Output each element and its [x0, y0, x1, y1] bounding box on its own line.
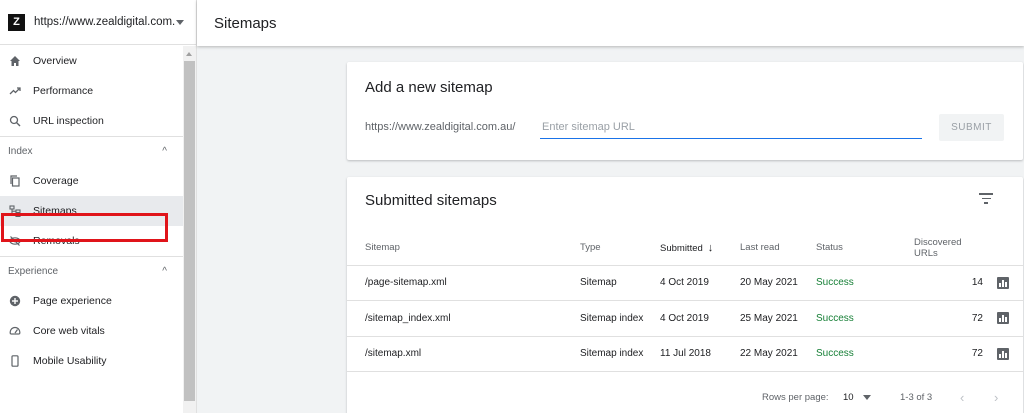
arrow-down-icon: ↓: [707, 241, 714, 254]
sidebar-item-sitemaps[interactable]: Sitemaps: [0, 196, 183, 226]
submit-button[interactable]: SUBMIT: [939, 114, 1004, 141]
sidebar-item-mobile-usability[interactable]: Mobile Usability: [0, 346, 183, 376]
property-url: https://www.zealdigital.com...: [34, 16, 176, 28]
search-icon: [8, 114, 22, 128]
sidebar-item-coverage[interactable]: Coverage: [0, 166, 183, 196]
sidebar-item-label: Sitemaps: [33, 205, 77, 217]
sitemap-url-input[interactable]: [540, 115, 922, 139]
chevron-up-icon: ^: [162, 146, 167, 157]
sidebar-item-url-inspection[interactable]: URL inspection: [0, 106, 183, 136]
rows-per-page-label: Rows per page:: [762, 391, 829, 403]
table-row[interactable]: /page-sitemap.xml Sitemap 4 Oct 2019 20 …: [347, 265, 1023, 301]
sidebar-item-label: Mobile Usability: [33, 355, 107, 367]
chevron-down-icon[interactable]: [176, 19, 184, 25]
cell-status: Success: [816, 265, 886, 301]
cell-sitemap: /sitemap_index.xml: [347, 300, 580, 337]
cell-submitted: 4 Oct 2019: [660, 300, 740, 337]
sidebar-item-label: Removals: [33, 235, 80, 247]
submitted-sitemaps-card: Submitted sitemaps Sitemap Type Submitte…: [347, 177, 1023, 413]
cell-sitemap: /page-sitemap.xml: [347, 265, 580, 301]
bar-chart-icon[interactable]: [997, 312, 1009, 325]
sidebar-item-performance[interactable]: Performance: [0, 76, 183, 106]
column-header-label: Submitted: [660, 242, 703, 254]
property-selector[interactable]: Z https://www.zealdigital.com...: [0, 0, 196, 45]
section-experience[interactable]: Experience ^: [0, 256, 183, 286]
submitted-sitemaps-title: Submitted sitemaps: [365, 192, 497, 209]
sidebar-item-label: Core web vitals: [33, 325, 105, 337]
chevron-down-icon[interactable]: [863, 395, 871, 400]
table-header-row: Sitemap Type Submitted ↓ Last read Status…: [347, 231, 1023, 266]
cell-submitted: 11 Jul 2018: [660, 336, 740, 372]
chevron-up-icon: ^: [162, 266, 167, 277]
trending-up-icon: [8, 84, 22, 98]
sidebar-item-label: Performance: [33, 85, 94, 97]
sidebar-item-overview[interactable]: Overview: [0, 46, 183, 76]
cell-status: Success: [816, 336, 886, 372]
filter-icon[interactable]: [979, 193, 993, 205]
bar-chart-icon[interactable]: [997, 276, 1009, 289]
cell-sitemap: /sitemap.xml: [347, 336, 580, 372]
sidebar-item-label: URL inspection: [33, 115, 104, 127]
sidebar-scrollbar[interactable]: [183, 46, 196, 413]
sitemap-icon: [8, 204, 22, 218]
page-header: Sitemaps: [197, 0, 1024, 46]
eye-off-icon: [8, 234, 22, 248]
chevron-right-icon[interactable]: ›: [994, 390, 998, 405]
table-row[interactable]: /sitemap.xml Sitemap index 11 Jul 2018 2…: [347, 336, 1023, 372]
cell-status: Success: [816, 300, 886, 337]
cell-type: Sitemap: [580, 265, 660, 301]
sidebar-item-removals[interactable]: Removals: [0, 226, 183, 256]
table-row[interactable]: /sitemap_index.xml Sitemap index 4 Oct 2…: [347, 300, 1023, 337]
sidebar: Z https://www.zealdigital.com... Overvie…: [0, 0, 197, 413]
sidebar-item-label: Coverage: [33, 175, 79, 187]
column-header-actions: [983, 231, 1023, 266]
phone-icon: [8, 354, 22, 368]
pagination: Rows per page: 10 1-3 of 3 ‹ ›: [347, 382, 1023, 412]
plus-circle-icon: [8, 294, 22, 308]
column-header-sitemap[interactable]: Sitemap: [347, 231, 580, 266]
column-header-discovered-urls[interactable]: Discovered URLs: [886, 231, 983, 266]
gauge-icon: [8, 324, 22, 338]
page-range: 1-3 of 3: [900, 391, 933, 403]
sidebar-item-page-experience[interactable]: Page experience: [0, 286, 183, 316]
sidebar-nav: Overview Performance URL inspection Inde…: [0, 46, 183, 376]
copy-icon: [8, 174, 22, 188]
scroll-up-icon[interactable]: [186, 52, 192, 56]
cell-discovered-urls: 14: [886, 265, 983, 301]
section-label: Index: [8, 146, 33, 157]
url-prefix-row: https://www.zealdigital.com.au/: [365, 121, 515, 133]
cell-type: Sitemap index: [580, 336, 660, 372]
url-prefix: https://www.zealdigital.com.au/: [365, 121, 516, 133]
page-title: Sitemaps: [214, 14, 277, 32]
cell-discovered-urls: 72: [886, 336, 983, 372]
add-sitemap-title: Add a new sitemap: [365, 79, 493, 96]
sidebar-item-label: Page experience: [33, 295, 112, 307]
section-label: Experience: [8, 266, 59, 277]
sidebar-item-core-web-vitals[interactable]: Core web vitals: [0, 316, 183, 346]
column-header-status[interactable]: Status: [816, 231, 886, 266]
property-logo: Z: [8, 13, 25, 31]
cell-last-read: 20 May 2021: [740, 265, 816, 301]
bar-chart-icon[interactable]: [997, 347, 1009, 360]
column-header-type[interactable]: Type: [580, 231, 660, 266]
chevron-left-icon[interactable]: ‹: [960, 390, 964, 405]
section-index[interactable]: Index ^: [0, 136, 183, 166]
sitemaps-table: Sitemap Type Submitted ↓ Last read Status…: [347, 231, 1023, 372]
column-header-submitted[interactable]: Submitted ↓: [660, 231, 740, 266]
sidebar-item-label: Overview: [33, 55, 77, 67]
cell-submitted: 4 Oct 2019: [660, 265, 740, 301]
cell-last-read: 22 May 2021: [740, 336, 816, 372]
rows-per-page-select[interactable]: 10: [843, 392, 854, 403]
column-header-last-read[interactable]: Last read: [740, 231, 816, 266]
scrollbar-thumb[interactable]: [184, 61, 195, 401]
cell-type: Sitemap index: [580, 300, 660, 337]
home-icon: [8, 54, 22, 68]
add-sitemap-card: Add a new sitemap https://www.zealdigita…: [347, 62, 1023, 160]
cell-discovered-urls: 72: [886, 300, 983, 337]
cell-last-read: 25 May 2021: [740, 300, 816, 337]
